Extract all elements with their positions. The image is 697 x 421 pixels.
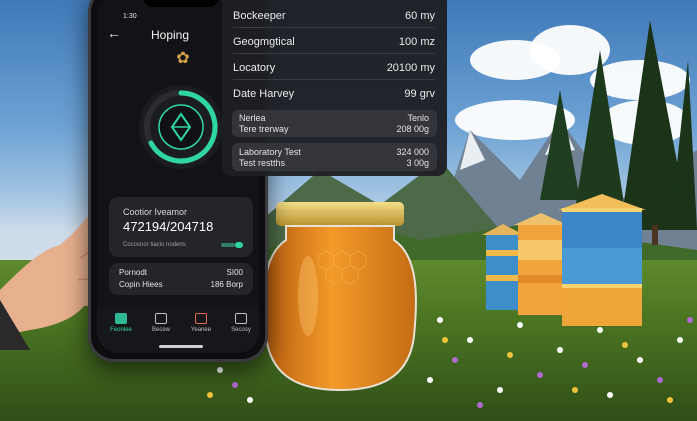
detail-value: 100 mz	[398, 36, 435, 48]
bee-icon	[195, 313, 207, 324]
hive-info-box: Nerlea Tenlo Tere trerway 208 00g	[232, 110, 437, 137]
toggle-track	[221, 243, 235, 247]
trash-icon	[235, 313, 247, 324]
bee-icon: ✿	[176, 50, 190, 67]
info-key: Tere trerway	[239, 124, 289, 134]
info-value: Tenlo	[407, 113, 429, 123]
detail-key: Bockeeper	[233, 10, 286, 22]
info-row: Tere trerway 208 00g	[239, 124, 429, 134]
info-row: Laboratory Test 324 000	[239, 147, 429, 157]
info-key: Laboratory Test	[239, 147, 301, 157]
summary-card[interactable]: Pornodt SI00 Copin Hiees 186 Borp	[109, 263, 253, 295]
nav-item-becew[interactable]: Becew	[143, 313, 179, 333]
info-value: 3 00g	[406, 158, 429, 168]
summary-value: SI00	[226, 268, 243, 277]
lab-test-box: Laboratory Test 324 000 Test restths 3 0…	[232, 143, 437, 171]
summary-row: Copin Hiees 186 Borp	[119, 280, 243, 289]
summary-key: Copin Hiees	[119, 280, 163, 289]
honey-jar	[263, 202, 417, 392]
info-value: 208 00g	[396, 124, 429, 134]
nav-label: Feonlee	[110, 327, 132, 333]
detail-key: Geogmgtical	[233, 36, 295, 48]
bottom-nav: Feonlee Becew Yeanee Secosy	[97, 307, 259, 353]
hive-icon	[115, 313, 127, 324]
summary-value: 186 Borp	[210, 280, 243, 289]
detail-row: Geogmgtical 100 mz	[233, 28, 435, 54]
summary-row: Pornodt SI00	[119, 268, 243, 277]
nav-label: Secosy	[231, 327, 251, 333]
detail-key: Locatory	[233, 62, 276, 74]
info-value: 324 000	[396, 147, 429, 157]
nav-item-secosy[interactable]: Secosy	[223, 313, 259, 333]
colony-subtext: Cocosnor tiacio nodens	[123, 242, 186, 248]
nav-label: Yeanee	[190, 327, 212, 333]
status-time: 1:30	[123, 13, 137, 20]
nav-label: Becew	[151, 327, 170, 333]
colony-toggle[interactable]	[221, 242, 243, 248]
colony-label: Cootior Iveamor	[123, 207, 188, 217]
phone-notch	[143, 0, 219, 7]
colony-value: 472194/204718	[123, 219, 214, 234]
info-key: Nerlea	[239, 113, 266, 123]
nav-item-yeanee[interactable]: Yeanee	[183, 313, 219, 333]
back-arrow-icon[interactable]: ←	[107, 25, 123, 41]
add-icon	[155, 313, 167, 324]
detail-key: Date Harvey	[233, 88, 295, 100]
detail-row: Locatory 20100 my	[233, 54, 435, 80]
info-row: Test restths 3 00g	[239, 158, 429, 168]
honey-details-panel: Bockeeper 60 my Geogmgtical 100 mz Locat…	[222, 0, 447, 176]
toggle-knob	[235, 242, 243, 248]
detail-value: 99 grv	[404, 88, 435, 100]
detail-value: 60 my	[405, 10, 435, 22]
home-indicator	[159, 345, 203, 348]
detail-row: Date Harvey 99 grv	[233, 80, 435, 106]
summary-key: Pornodt	[119, 268, 148, 277]
detail-value: 20100 my	[386, 62, 435, 74]
colony-card[interactable]: Cootior Iveamor 472194/204718 Cocosnor t…	[109, 197, 253, 257]
page-title: Hoping	[151, 28, 190, 42]
info-row: Nerlea Tenlo	[239, 113, 429, 123]
nav-item-feonlee[interactable]: Feonlee	[103, 313, 139, 333]
detail-row: Bockeeper 60 my	[233, 2, 435, 28]
hive-status-dial[interactable]	[137, 83, 225, 171]
beehives	[482, 194, 646, 326]
info-key: Test restths	[239, 158, 286, 168]
